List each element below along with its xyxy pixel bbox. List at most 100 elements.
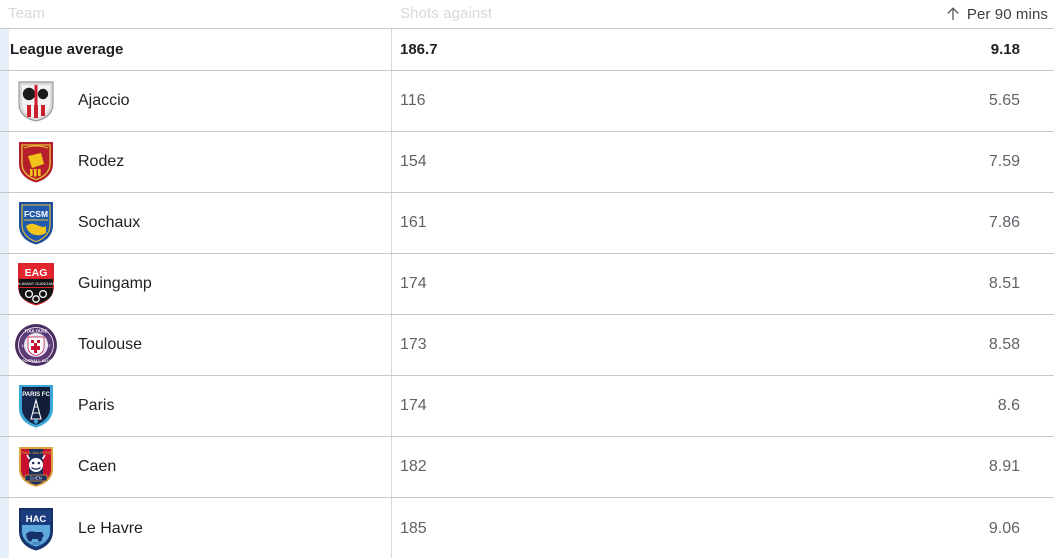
shots-against-value: 182 [400, 458, 427, 475]
team-name-wrapper: Toulouse [62, 336, 142, 354]
svg-text:37: 37 [46, 343, 51, 348]
per-90-mins-value: 5.65 [988, 92, 1020, 109]
league-average-shots-cell: 186.7 [392, 29, 892, 70]
table-row[interactable]: TOULOUSE FOOTBALL CLUB 19 37 Toulouse 17… [0, 315, 1054, 376]
caen-crest-icon: STADE MALHERBE CAEN [10, 444, 62, 490]
league-average-team-cell: League average [0, 29, 392, 70]
svg-text:19: 19 [21, 343, 26, 348]
team-name: Sochaux [78, 214, 141, 231]
team-name-wrapper: Paris [62, 397, 114, 415]
svg-text:HAC: HAC [26, 514, 47, 525]
team-cell: PARIS FC Paris [0, 376, 392, 436]
per-90-mins-value: 7.59 [988, 153, 1020, 170]
shots-against-cell: 174 [392, 254, 892, 314]
team-name-wrapper: Le Havre [62, 520, 143, 538]
team-cell: STADE MALHERBE CAEN Caen [0, 437, 392, 497]
column-header-team[interactable]: Team [0, 5, 392, 23]
table-row[interactable]: Rodez 154 7.59 [0, 132, 1054, 193]
svg-text:STADE MALHERBE: STADE MALHERBE [20, 451, 53, 455]
column-header-per-90-mins[interactable]: Per 90 mins [892, 6, 1054, 23]
svg-text:TOULOUSE: TOULOUSE [24, 329, 47, 334]
team-name-wrapper: Rodez [62, 153, 124, 171]
league-average-row: League average 186.7 9.18 [0, 29, 1054, 71]
per-90-mins-value: 9.06 [988, 519, 1020, 537]
per-90-mins-cell: 7.59 [892, 132, 1054, 192]
per-90-mins-cell: 8.51 [892, 254, 1054, 314]
team-name: Paris [78, 397, 115, 414]
team-name-wrapper: Caen [62, 458, 116, 476]
guingamp-crest-icon: EAG EN AVANT GUINGAMP [10, 261, 62, 307]
shots-against-value: 185 [400, 519, 427, 537]
league-average-per90-value: 9.18 [990, 41, 1020, 58]
team-name: Toulouse [78, 336, 143, 353]
svg-text:EAG: EAG [25, 267, 48, 279]
arrow-up-icon [946, 6, 960, 22]
team-cell: EAG EN AVANT GUINGAMP Guingamp [0, 254, 392, 314]
league-average-label: League average [10, 41, 124, 58]
per-90-mins-cell: 8.6 [892, 376, 1054, 436]
shots-against-value: 174 [400, 275, 427, 292]
shots-against-cell: 173 [392, 315, 892, 375]
team-name-wrapper: Ajaccio [62, 92, 130, 110]
shots-against-value: 173 [400, 336, 427, 353]
team-cell: HAC 1872 Le Havre [0, 498, 392, 558]
shots-against-cell: 182 [392, 437, 892, 497]
table-row[interactable]: Ajaccio 116 5.65 [0, 71, 1054, 132]
svg-text:PARIS FC: PARIS FC [22, 392, 50, 398]
table-row[interactable]: FCSM Sochaux 161 7.86 [0, 193, 1054, 254]
column-header-per-90-mins-label: Per 90 mins [966, 5, 1048, 23]
toulouse-crest-icon: TOULOUSE FOOTBALL CLUB 19 37 [10, 323, 62, 367]
team-cell: FCSM Sochaux [0, 193, 392, 253]
shots-against-cell: 154 [392, 132, 892, 192]
team-cell: TOULOUSE FOOTBALL CLUB 19 37 Toulouse [0, 315, 392, 375]
per-90-mins-cell: 5.65 [892, 71, 1054, 131]
shots-against-table: Team Shots against Per 90 mins League av… [0, 0, 1054, 558]
league-average-shots-value: 186.7 [400, 41, 438, 58]
team-cell: Ajaccio [0, 71, 392, 131]
per-90-mins-value: 8.51 [988, 275, 1020, 292]
shots-against-cell: 174 [392, 376, 892, 436]
shots-against-value: 154 [400, 153, 427, 170]
svg-text:1872: 1872 [32, 541, 40, 545]
team-name-wrapper: Guingamp [62, 275, 152, 293]
per-90-mins-value: 8.58 [988, 336, 1020, 353]
shots-against-cell: 185 [392, 498, 892, 558]
per-90-mins-value: 8.6 [997, 397, 1020, 414]
rodez-crest-icon [10, 140, 62, 184]
team-name: Caen [78, 458, 117, 475]
per-90-mins-cell: 7.86 [892, 193, 1054, 253]
svg-text:FCSM: FCSM [24, 209, 48, 219]
table-header-row: Team Shots against Per 90 mins [0, 0, 1054, 29]
sochaux-crest-icon: FCSM [10, 200, 62, 246]
table-row[interactable]: HAC 1872 Le Havre 185 9.06 [0, 498, 1054, 558]
per-90-mins-cell: 8.58 [892, 315, 1054, 375]
lehavre-crest-icon: HAC 1872 [10, 506, 62, 552]
svg-text:EN AVANT GUINGAMP: EN AVANT GUINGAMP [16, 281, 56, 286]
per-90-mins-value: 7.86 [988, 214, 1020, 231]
shots-against-cell: 161 [392, 193, 892, 253]
column-header-shots-against-label: Shots against [400, 5, 493, 22]
svg-text:FOOTBALL CLUB: FOOTBALL CLUB [19, 358, 53, 363]
team-name: Le Havre [78, 519, 143, 537]
per-90-mins-cell: 8.91 [892, 437, 1054, 497]
table-row[interactable]: PARIS FC Paris 174 8.6 [0, 376, 1054, 437]
league-average-per90-cell: 9.18 [892, 29, 1054, 70]
column-header-team-label: Team [8, 5, 46, 22]
shots-against-value: 174 [400, 397, 427, 414]
paris-crest-icon: PARIS FC [10, 383, 62, 429]
team-cell: Rodez [0, 132, 392, 192]
per-90-mins-value: 8.91 [988, 458, 1020, 475]
ajaccio-crest-icon [10, 79, 62, 123]
per-90-mins-cell: 9.06 [892, 498, 1054, 558]
shots-against-value: 161 [400, 214, 427, 231]
shots-against-cell: 116 [392, 71, 892, 131]
team-name: Rodez [78, 153, 125, 170]
shots-against-value: 116 [400, 92, 426, 109]
table-row[interactable]: STADE MALHERBE CAEN Caen 182 8.91 [0, 437, 1054, 498]
team-name-wrapper: Sochaux [62, 214, 140, 232]
team-name: Guingamp [78, 275, 152, 292]
svg-text:CAEN: CAEN [30, 476, 42, 481]
team-name: Ajaccio [78, 92, 130, 109]
table-row[interactable]: EAG EN AVANT GUINGAMP Guingamp 174 8.51 [0, 254, 1054, 315]
column-header-shots-against[interactable]: Shots against [392, 5, 892, 23]
